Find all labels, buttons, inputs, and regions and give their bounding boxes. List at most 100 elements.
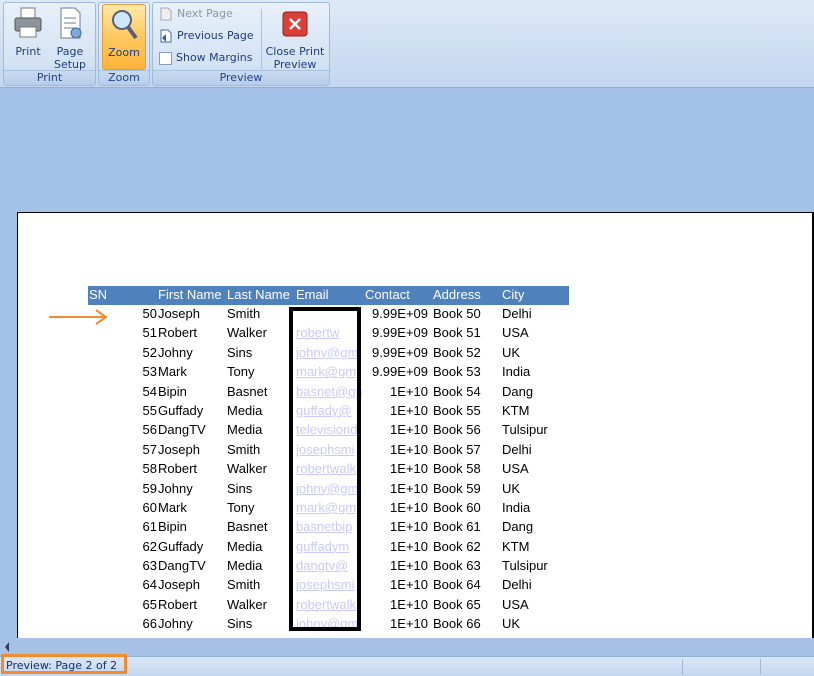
cell-first-name: DangTV: [158, 558, 206, 574]
show-margins-checkbox[interactable]: Show Margins: [159, 49, 252, 67]
cell-last-name: Media: [227, 422, 263, 438]
cell-last-name: Tony: [227, 499, 255, 515]
cell-address: Book 59: [433, 480, 481, 496]
cell-first-name: Guffady: [158, 402, 204, 418]
cell-sn: 61: [142, 519, 157, 535]
cell-city: Tulsipur: [502, 422, 548, 438]
status-highlight-box: [1, 654, 127, 674]
cell-sn: 65: [142, 596, 157, 612]
cell-last-name: Smith: [227, 441, 261, 457]
print-group-label: Print: [4, 70, 95, 85]
cell-address: Book 52: [433, 344, 481, 360]
cell-city: USA: [502, 325, 529, 341]
cell-contact: 1E+10: [390, 422, 428, 438]
cell-address: Book 50: [433, 306, 481, 321]
next-page-label: Next Page: [177, 7, 233, 20]
cell-address: Book 62: [433, 538, 481, 554]
cell-contact: 1E+10: [390, 499, 428, 515]
cell-address: Book 51: [433, 325, 481, 341]
cell-first-name: Bipin: [158, 519, 187, 535]
cell-last-name: Smith: [227, 577, 261, 593]
previous-page-button[interactable]: Previous Page: [159, 27, 254, 45]
cell-first-name: Robert: [158, 461, 198, 477]
ribbon: Print Page Setup Print Zoom Zoom Next Pa…: [0, 0, 814, 88]
cell-city: Dang: [502, 383, 534, 399]
cell-address: Book 57: [433, 441, 481, 457]
cell-last-name: Sins: [227, 616, 253, 632]
cell-address: Book 63: [433, 558, 481, 574]
page-setup-button[interactable]: Page Setup: [50, 6, 90, 71]
cell-address: Book 54: [433, 383, 481, 399]
cell-address: Book 65: [433, 596, 481, 612]
zoom-group-label: Zoom: [99, 70, 149, 85]
cell-first-name: DangTV: [158, 422, 206, 438]
cell-contact: 1E+10: [390, 538, 428, 554]
close-print-preview-button[interactable]: Close Print Preview: [264, 6, 326, 71]
header-city: City: [502, 287, 525, 302]
cell-last-name: Media: [227, 558, 263, 574]
cell-last-name: Walker: [227, 461, 267, 477]
cell-sn: 56: [142, 422, 157, 438]
print-group: Print Page Setup Print: [3, 2, 96, 86]
previous-page-icon: [160, 29, 172, 43]
cell-last-name: Media: [227, 402, 263, 418]
cell-first-name: Joseph: [158, 306, 200, 321]
status-divider: [760, 659, 761, 674]
cell-address: Book 56: [433, 422, 481, 438]
cell-sn: 62: [142, 538, 157, 554]
cell-sn: 66: [142, 616, 157, 632]
cell-contact: 1E+10: [390, 519, 428, 535]
cell-city: Tulsipur: [502, 558, 548, 574]
print-button-label: Print: [15, 45, 41, 58]
previous-page-label: Previous Page: [177, 29, 254, 42]
cell-city: USA: [502, 596, 529, 612]
cell-first-name: Bipin: [158, 383, 187, 399]
show-margins-label: Show Margins: [176, 51, 253, 64]
zoom-button[interactable]: Zoom: [102, 4, 146, 70]
close-label-1: Close Print: [265, 45, 325, 58]
cell-sn: 59: [142, 480, 157, 496]
cell-contact: 1E+10: [390, 402, 428, 418]
cell-city: KTM: [502, 538, 530, 554]
cell-first-name: Guffady: [158, 538, 204, 554]
cell-contact: 1E+10: [390, 461, 428, 477]
cell-city: India: [502, 499, 531, 515]
cell-first-name: Johny: [158, 344, 193, 360]
cell-contact: 9.99E+09: [371, 364, 428, 380]
next-page-button[interactable]: Next Page: [159, 5, 233, 23]
next-page-icon: [160, 7, 172, 21]
page-setup-label-1: Page: [56, 45, 84, 58]
cell-last-name: Basnet: [227, 519, 268, 535]
email-column-highlight: [289, 307, 361, 631]
cell-city: KTM: [502, 402, 530, 418]
header-contact: Contact: [365, 287, 410, 302]
table-header: SN First Name Last Name Email Contact Ad…: [88, 286, 569, 305]
close-icon: [282, 11, 308, 37]
print-button[interactable]: Print: [8, 6, 48, 58]
preview-separator: [261, 9, 262, 69]
cell-city: UK: [502, 616, 521, 632]
magnifier-icon: [112, 10, 138, 40]
cell-contact: 9.99E+09: [371, 325, 428, 341]
cell-sn: 50: [142, 306, 157, 321]
cell-address: Book 61: [433, 519, 481, 535]
cell-city: UK: [502, 480, 521, 496]
status-divider: [682, 659, 683, 674]
preview-page: SN First Name Last Name Email Contact Ad…: [17, 212, 814, 639]
arrow-icon: [49, 309, 108, 325]
cell-sn: 53: [142, 364, 157, 380]
cell-first-name: Joseph: [158, 441, 200, 457]
cell-last-name: Tony: [227, 364, 255, 380]
cell-sn: 64: [142, 577, 157, 593]
cell-city: India: [502, 364, 531, 380]
cell-contact: 1E+10: [390, 480, 428, 496]
cell-address: Book 60: [433, 499, 481, 515]
cell-city: USA: [502, 461, 529, 477]
cell-last-name: Sins: [227, 480, 253, 496]
header-address: Address: [433, 287, 481, 302]
cell-first-name: Robert: [158, 596, 198, 612]
cell-address: Book 53: [433, 364, 481, 380]
cell-sn: 55: [142, 402, 157, 418]
cell-contact: 1E+10: [390, 383, 428, 399]
cell-contact: 1E+10: [390, 616, 428, 632]
